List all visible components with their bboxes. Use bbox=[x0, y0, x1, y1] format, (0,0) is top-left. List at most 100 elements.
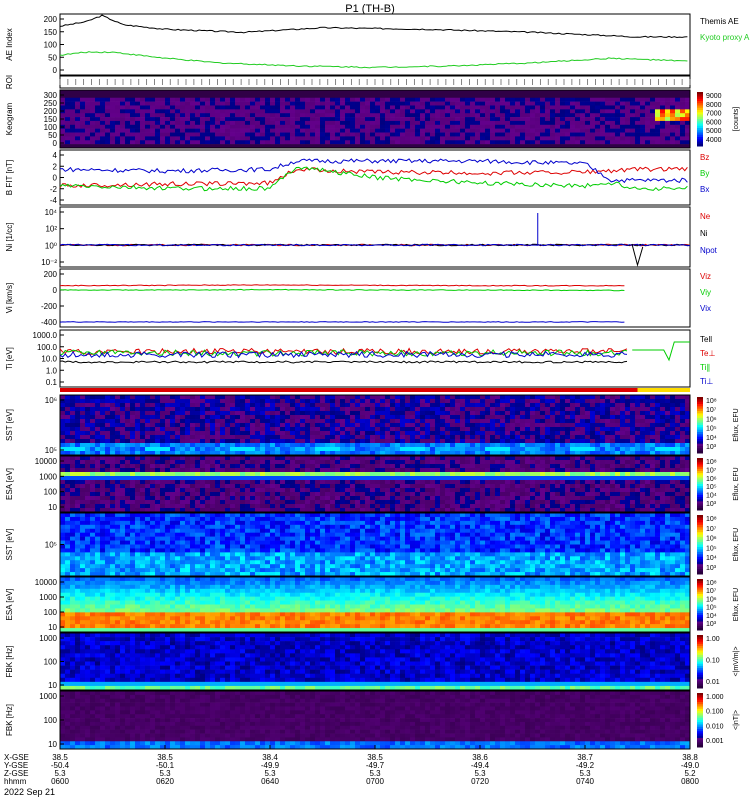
sst_e-pixel bbox=[630, 399, 636, 404]
esa_e-pixel bbox=[300, 504, 306, 509]
sst_e-pixel bbox=[210, 399, 216, 404]
keogram-pixel bbox=[330, 113, 336, 118]
keogram-pixel bbox=[605, 109, 611, 114]
esa_e-pixel bbox=[395, 476, 401, 481]
keogram-pixel bbox=[75, 93, 81, 99]
sst_e-pixel bbox=[85, 447, 91, 452]
esa_e-pixel bbox=[325, 484, 331, 489]
sst_e-pixel bbox=[510, 407, 516, 412]
keogram-pixel bbox=[155, 101, 161, 106]
sst_e-pixel bbox=[275, 423, 281, 428]
esa_e-pixel bbox=[370, 460, 376, 465]
sst_e-pixel bbox=[375, 423, 381, 428]
sst_e-pixel bbox=[385, 447, 391, 452]
keogram-pixel bbox=[385, 113, 391, 118]
keogram-pixel bbox=[75, 97, 81, 102]
esa_e-pixel bbox=[150, 460, 156, 465]
keogram-pixel bbox=[260, 117, 266, 122]
esa_e-pixel bbox=[365, 500, 371, 505]
sst_e-pixel bbox=[495, 411, 501, 416]
esa_e-pixel bbox=[375, 484, 381, 489]
esa_e-pixel bbox=[225, 504, 231, 509]
keogram-pixel bbox=[210, 120, 216, 126]
sst_e-pixel bbox=[390, 395, 396, 400]
sst_e-pixel bbox=[520, 423, 526, 428]
esa_e-pixel bbox=[245, 496, 251, 501]
keogram-pixel bbox=[350, 109, 356, 114]
keogram-pixel bbox=[250, 113, 256, 118]
sst_e-pixel bbox=[670, 407, 676, 412]
esa_e-pixel bbox=[240, 456, 246, 461]
sst_e-pixel bbox=[460, 395, 466, 400]
keogram-pixel bbox=[215, 109, 221, 114]
keogram-pixel bbox=[580, 124, 586, 129]
keogram-pixel bbox=[155, 97, 161, 102]
keogram-pixel bbox=[625, 90, 631, 95]
keogram-pixel bbox=[510, 105, 516, 110]
sst_e-pixel bbox=[620, 395, 626, 400]
sst_e-pixel bbox=[265, 423, 271, 428]
keogram-pixel bbox=[600, 140, 606, 145]
sst_e-pixel bbox=[575, 427, 581, 432]
esa_e-pixel bbox=[380, 496, 386, 501]
keogram-pixel bbox=[120, 120, 126, 126]
keogram-pixel bbox=[65, 97, 71, 102]
keogram-pixel bbox=[535, 113, 541, 118]
sst_e-pixel bbox=[190, 399, 196, 404]
keogram-pixel bbox=[375, 90, 381, 95]
keogram-pixel bbox=[85, 90, 91, 95]
esa_e-pixel bbox=[265, 484, 271, 489]
keogram-pixel bbox=[330, 101, 336, 106]
sst_e-pixel bbox=[610, 395, 616, 400]
keogram-pixel bbox=[625, 93, 631, 99]
keogram-pixel bbox=[495, 132, 501, 137]
keogram-pixel bbox=[115, 97, 121, 102]
sst_e-pixel bbox=[530, 423, 536, 428]
sst_e-pixel bbox=[400, 423, 406, 428]
sst_e-pixel bbox=[315, 431, 321, 436]
sst_e-pixel bbox=[600, 431, 606, 436]
sst_e-pixel bbox=[420, 411, 426, 416]
sst_e-pixel bbox=[295, 427, 301, 432]
sst_e-pixel bbox=[670, 395, 676, 400]
sst_e-pixel bbox=[100, 411, 106, 416]
sst_e-pixel bbox=[480, 399, 486, 404]
esa_e-pixel bbox=[130, 496, 136, 501]
sst_e-pixel bbox=[415, 403, 421, 408]
keogram-pixel bbox=[600, 109, 606, 114]
keogram-pixel bbox=[670, 90, 676, 95]
sst_e-pixel bbox=[445, 399, 451, 404]
sst_e-pixel bbox=[290, 395, 296, 400]
sst_e-pixel bbox=[415, 399, 421, 404]
sst_e-pixel bbox=[410, 419, 416, 424]
esa_e-pixel bbox=[360, 500, 366, 505]
sst_e-pixel bbox=[540, 411, 546, 416]
keogram-pixel bbox=[570, 120, 576, 126]
esa_e-pixel bbox=[365, 504, 371, 509]
keogram-pixel bbox=[540, 132, 546, 137]
esa_e-pixel bbox=[105, 496, 111, 501]
keogram-pixel bbox=[510, 109, 516, 114]
sst_e-pixel bbox=[60, 447, 66, 452]
esa_e-pixel bbox=[85, 496, 91, 501]
sst_e-pixel bbox=[545, 443, 551, 448]
esa_e-pixel bbox=[365, 496, 371, 501]
keogram-pixel bbox=[215, 101, 221, 106]
keogram-pixel bbox=[655, 140, 661, 145]
sst_e-pixel bbox=[95, 395, 101, 400]
velocity-series-vix bbox=[59, 321, 625, 323]
sst_e-pixel bbox=[505, 395, 511, 400]
sst_e-pixel bbox=[515, 431, 521, 436]
sst_e-colorbar-tick: 10⁵ bbox=[706, 426, 717, 433]
sst_e-pixel bbox=[485, 439, 491, 444]
sst_e-pixel bbox=[85, 443, 91, 448]
sst_e-pixel bbox=[100, 427, 106, 432]
sst_e-pixel bbox=[255, 439, 261, 444]
sst_e-pixel bbox=[70, 407, 76, 412]
esa_e-pixel bbox=[195, 464, 201, 469]
sst_e-pixel bbox=[260, 415, 266, 420]
esa_e-pixel bbox=[210, 500, 216, 505]
esa_e-pixel bbox=[305, 456, 311, 461]
keogram-pixel bbox=[405, 113, 411, 118]
sst_e-pixel bbox=[640, 431, 646, 436]
